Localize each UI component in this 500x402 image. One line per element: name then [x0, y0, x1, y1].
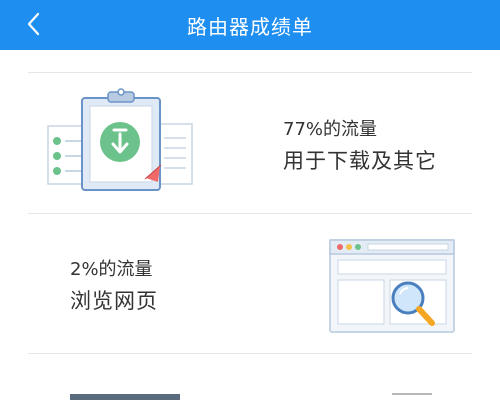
- page-title: 路由器成绩单: [187, 15, 313, 39]
- browser-search-icon: [329, 239, 455, 333]
- divider: [28, 72, 472, 73]
- clipboard-download-icon: [47, 88, 193, 191]
- download-description: 用于下载及其它: [283, 149, 437, 173]
- divider: [28, 353, 472, 354]
- browse-percent: 2%的流量: [70, 259, 153, 280]
- divider: [28, 213, 472, 214]
- download-percent: 77%的流量: [283, 119, 378, 140]
- next-card-illustration: [70, 394, 180, 400]
- next-card-text: [392, 393, 432, 402]
- browse-description: 浏览网页: [70, 289, 158, 313]
- top-bar: 路由器成绩单: [0, 0, 500, 50]
